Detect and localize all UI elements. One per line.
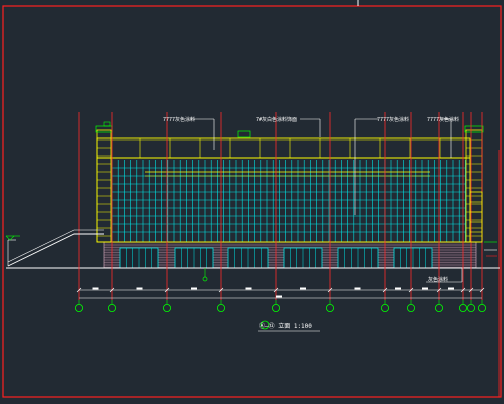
dimension-value-mark	[448, 287, 454, 290]
dimension-value-mark	[191, 287, 197, 290]
left-tower-vent	[103, 121, 111, 127]
top-annotation-4: 7777灰色涂料	[427, 116, 459, 158]
top-note-1: 7777灰色涂料	[163, 116, 195, 123]
ground-tag	[202, 276, 208, 282]
bottom-annotation: 灰色涂料	[426, 268, 463, 283]
axis-bubble	[477, 303, 486, 312]
axis-bubble	[406, 303, 415, 312]
axis-bubble	[108, 303, 117, 312]
axis-bubble	[216, 303, 225, 312]
axis-bubble	[162, 303, 171, 312]
axis-bubble	[380, 303, 389, 312]
dimension-value-mark	[245, 287, 252, 290]
dimension-value-mark	[92, 287, 99, 290]
axis-bubble	[434, 303, 443, 312]
bottom-note: 灰色涂料	[428, 276, 448, 283]
dimension-overall-mark	[276, 295, 282, 298]
drawing-title: Ⓐ—⑫ 立面 1:100	[259, 322, 312, 330]
drawing-title-block: Ⓐ—⑫ 立面 1:100	[258, 322, 320, 332]
axis-bubble	[75, 303, 84, 312]
dimension-lines	[76, 287, 485, 299]
axis-bubble	[458, 303, 467, 312]
level-marker-left	[5, 235, 20, 241]
top-annotation-1: 7777灰色涂料	[163, 116, 215, 150]
cad-drawing-viewport[interactable]: 7777灰色涂料 7#灰白色涂料饰面 7777灰色涂料 7777灰色涂料 灰色涂…	[0, 0, 504, 400]
elevation-drawing-canvas[interactable]: 7777灰色涂料 7#灰白色涂料饰面 7777灰色涂料 7777灰色涂料 灰色涂…	[0, 0, 504, 400]
entrance-ramp	[7, 229, 104, 267]
left-tower-cap	[95, 125, 113, 133]
right-tower	[465, 129, 483, 243]
top-note-3: 7777灰色涂料	[377, 116, 409, 123]
drawing-frame	[2, 5, 502, 398]
dimension-value-mark	[422, 287, 428, 290]
top-note-2: 7#灰白色涂料饰面	[256, 116, 297, 123]
axis-bubble	[271, 303, 280, 312]
roof-equipment	[237, 130, 251, 138]
top-note-4: 7777灰色涂料	[427, 116, 459, 123]
main-facade-outline	[96, 137, 471, 243]
axis-bubble	[325, 303, 334, 312]
right-tower-cap	[464, 125, 484, 133]
left-tower	[96, 129, 112, 243]
dimension-value-mark	[354, 287, 361, 290]
axis-bubble	[466, 303, 475, 312]
podium-base	[6, 241, 500, 269]
top-annotation-2: 7#灰白色涂料饰面	[256, 116, 321, 137]
dimension-value-mark	[300, 287, 306, 290]
dimension-value-mark	[395, 287, 401, 290]
axis-markers	[75, 268, 486, 330]
dimension-value-mark	[136, 287, 143, 290]
